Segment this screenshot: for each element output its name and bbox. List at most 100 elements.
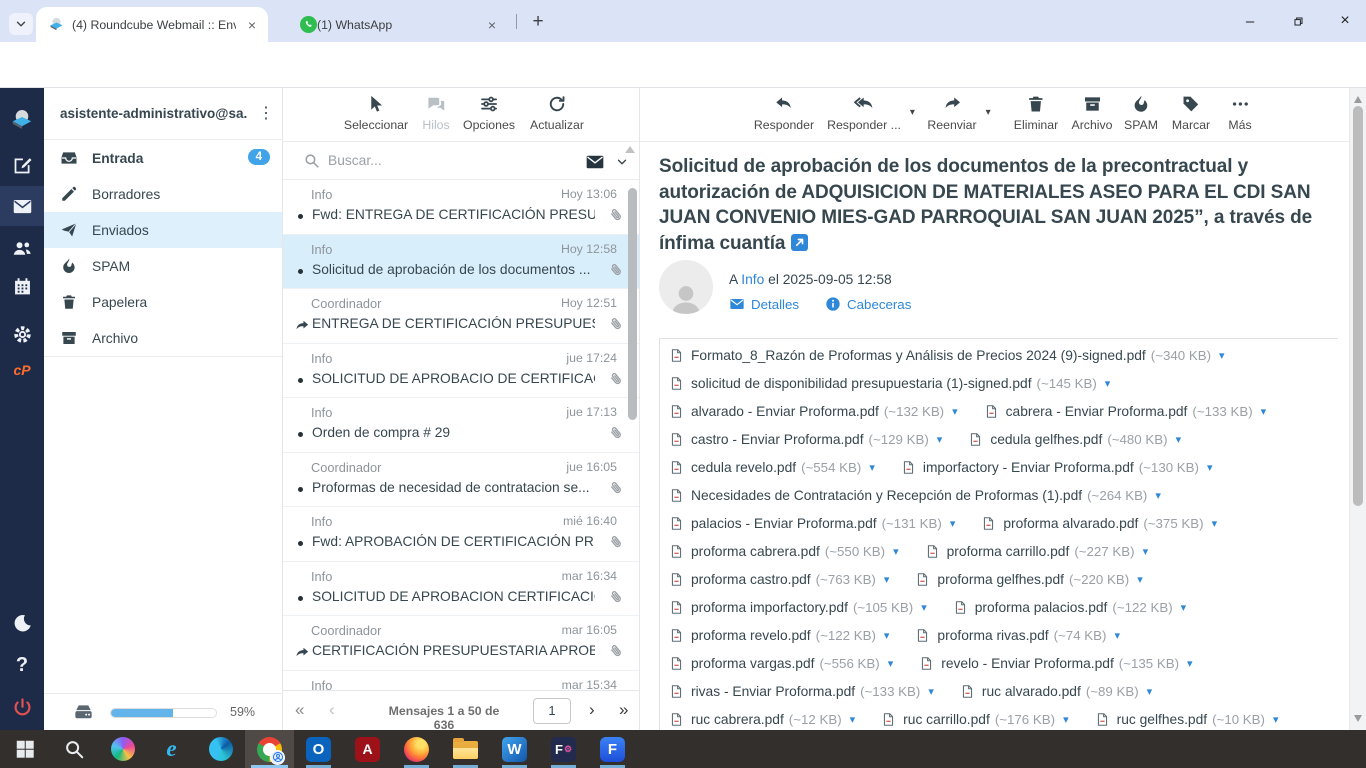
attachment-item[interactable]: proforma revelo.pdf (~122 KB) ▾	[669, 626, 889, 645]
attachment-item[interactable]: rivas - Enviar Proforma.pdf (~133 KB) ▾	[669, 682, 934, 701]
dropdown-caret-icon[interactable]: ▾	[910, 107, 915, 118]
dropdown-caret-icon[interactable]: ▾	[986, 107, 991, 118]
minimize-button[interactable]: –	[1235, 8, 1265, 34]
reader-scrollbar[interactable]	[1349, 88, 1366, 730]
restore-button[interactable]	[1283, 8, 1313, 34]
logout-icon[interactable]	[0, 687, 44, 727]
taskbar-ie-button[interactable]: e	[147, 730, 196, 768]
reenviar-button[interactable]: Reenviar ▾	[927, 94, 976, 132]
search-scope-icon[interactable]	[585, 152, 605, 172]
new-tab-button[interactable]: +	[526, 10, 550, 34]
attachment-menu-caret-icon[interactable]: ▾	[888, 657, 894, 670]
recipient-link[interactable]: Info	[741, 272, 764, 287]
attachment-menu-caret-icon[interactable]: ▾	[1219, 349, 1225, 362]
actualizar-button[interactable]: Actualizar	[530, 94, 584, 132]
sidebar-item-archivo[interactable]: Archivo	[44, 320, 282, 356]
attachment-item[interactable]: proforma cabrera.pdf (~550 KB) ▾	[669, 542, 899, 561]
mail-icon[interactable]	[0, 186, 44, 226]
responder-button[interactable]: Responder	[754, 94, 814, 132]
attachment-item[interactable]: proforma vargas.pdf (~556 KB) ▾	[669, 654, 893, 673]
message-row[interactable]: Coordinador Hoy 12:51 ENTREGA DE CERTIFI…	[283, 289, 639, 344]
calendar-icon[interactable]	[0, 266, 44, 306]
headers-link[interactable]: Cabeceras	[847, 297, 911, 312]
m-s-button[interactable]: Más	[1228, 94, 1251, 132]
attachment-menu-caret-icon[interactable]: ▾	[921, 601, 927, 614]
attachment-menu-caret-icon[interactable]: ▾	[928, 685, 934, 698]
search-bar[interactable]	[283, 142, 639, 180]
details-link[interactable]: Detalles	[751, 297, 799, 312]
scroll-thumb[interactable]	[1353, 106, 1363, 506]
attachment-item[interactable]: proforma castro.pdf (~763 KB) ▾	[669, 570, 889, 589]
taskbar-edge-button[interactable]	[196, 730, 245, 768]
message-row[interactable]: Coordinador jue 16:05 Proformas de neces…	[283, 453, 639, 508]
attachment-item[interactable]: ruc gelfhes.pdf (~10 KB) ▾	[1095, 710, 1279, 729]
attachment-menu-caret-icon[interactable]: ▾	[1207, 461, 1213, 474]
attachment-item[interactable]: ruc alvarado.pdf (~89 KB) ▾	[960, 682, 1152, 701]
page-number-input[interactable]: 1	[533, 698, 571, 724]
attachment-item[interactable]: ruc carrillo.pdf (~176 KB) ▾	[881, 710, 1068, 729]
spam-button[interactable]: SPAM	[1124, 94, 1158, 132]
attachment-item[interactable]: castro - Enviar Proforma.pdf (~129 KB) ▾	[669, 430, 942, 449]
list-scrollbar[interactable]	[628, 188, 637, 420]
attachment-menu-caret-icon[interactable]: ▾	[1137, 573, 1143, 586]
attachment-menu-caret-icon[interactable]: ▾	[1273, 713, 1279, 726]
tab-whatsapp[interactable]: (1) WhatsApp ×	[288, 7, 508, 42]
taskbar-start-button[interactable]	[0, 730, 49, 768]
opciones-button[interactable]: Opciones	[463, 94, 515, 132]
attachment-menu-caret-icon[interactable]: ▾	[952, 405, 958, 418]
message-row[interactable]: Info mié 16:40 Fwd: APROBACIÓN DE CERTIF…	[283, 507, 639, 562]
attachment-item[interactable]: imporfactory - Enviar Proforma.pdf (~130…	[901, 458, 1213, 477]
responder-button[interactable]: Responder ... ▾	[827, 94, 901, 132]
taskbar-f-dark-button[interactable]: F⚙	[539, 730, 588, 768]
attachment-item[interactable]: revelo - Enviar Proforma.pdf (~135 KB) ▾	[919, 654, 1192, 673]
hilos-button[interactable]: Hilos	[422, 94, 449, 132]
tab-search-button[interactable]	[9, 13, 33, 35]
taskbar-word-button[interactable]: W	[490, 730, 539, 768]
attachment-menu-caret-icon[interactable]: ▾	[1114, 629, 1120, 642]
taskbar-chrome-button[interactable]	[245, 730, 294, 768]
attachment-item[interactable]: proforma palacios.pdf (~122 KB) ▾	[953, 598, 1186, 617]
attachment-item[interactable]: alvarado - Enviar Proforma.pdf (~132 KB)…	[669, 402, 958, 421]
attachment-item[interactable]: Necesidades de Contratación y Recepción …	[669, 486, 1161, 505]
message-row[interactable]: Info Hoy 13:06 Fwd: ENTREGA DE CERTIFICA…	[283, 180, 639, 235]
attachment-menu-caret-icon[interactable]: ▾	[937, 433, 943, 446]
attachment-item[interactable]: proforma imporfactory.pdf (~105 KB) ▾	[669, 598, 927, 617]
last-page-button[interactable]: »	[619, 701, 628, 719]
attachment-item[interactable]: proforma alvarado.pdf (~375 KB) ▾	[981, 514, 1217, 533]
scroll-down-icon[interactable]	[1354, 715, 1362, 722]
search-options-chevron-icon[interactable]	[615, 155, 629, 169]
compose-icon[interactable]	[0, 145, 44, 185]
tab-roundcube[interactable]: (4) Roundcube Webmail :: Envia ×	[36, 7, 268, 42]
archivo-button[interactable]: Archivo	[1071, 94, 1112, 132]
account-menu-icon[interactable]: ⋮	[256, 103, 276, 123]
search-input[interactable]	[328, 153, 558, 168]
attachment-menu-caret-icon[interactable]: ▾	[1147, 685, 1153, 698]
attachment-menu-caret-icon[interactable]: ▾	[850, 713, 856, 726]
attachment-item[interactable]: ruc cabrera.pdf (~12 KB) ▾	[669, 710, 855, 729]
help-icon[interactable]: ?	[0, 645, 44, 685]
attachment-menu-caret-icon[interactable]: ▾	[1261, 405, 1267, 418]
attachment-item[interactable]: proforma carrillo.pdf (~227 KB) ▾	[925, 542, 1148, 561]
sidebar-item-enviados[interactable]: Enviados	[44, 212, 282, 248]
attachment-menu-caret-icon[interactable]: ▾	[1181, 601, 1187, 614]
sidebar-item-spam[interactable]: SPAM	[44, 248, 282, 284]
list-scroll-up-icon[interactable]	[625, 146, 635, 153]
attachment-menu-caret-icon[interactable]: ▾	[950, 517, 956, 530]
taskbar-explorer-button[interactable]	[441, 730, 490, 768]
attachment-item[interactable]: cabrera - Enviar Proforma.pdf (~133 KB) …	[984, 402, 1267, 421]
attachment-item[interactable]: Formato_8_Razón de Proformas y Análisis …	[669, 346, 1225, 365]
attachment-item[interactable]: solicitud de disponibilidad presupuestar…	[669, 374, 1110, 393]
attachment-menu-caret-icon[interactable]: ▾	[1155, 489, 1161, 502]
attachment-menu-caret-icon[interactable]: ▾	[1105, 377, 1111, 390]
attachment-menu-caret-icon[interactable]: ▾	[1176, 433, 1182, 446]
settings-gear-icon[interactable]	[0, 314, 44, 354]
message-row[interactable]: Info mar 15:34	[283, 671, 639, 691]
sidebar-item-entrada[interactable]: Entrada 4	[44, 140, 282, 176]
scroll-up-icon[interactable]	[1354, 96, 1362, 103]
taskbar-outlook-button[interactable]: O	[294, 730, 343, 768]
taskbar-firefox-button[interactable]	[392, 730, 441, 768]
attachment-menu-caret-icon[interactable]: ▾	[1143, 545, 1149, 558]
dark-mode-icon[interactable]	[0, 603, 44, 643]
attachment-item[interactable]: proforma rivas.pdf (~74 KB) ▾	[915, 626, 1120, 645]
first-page-button[interactable]: «	[295, 701, 304, 719]
